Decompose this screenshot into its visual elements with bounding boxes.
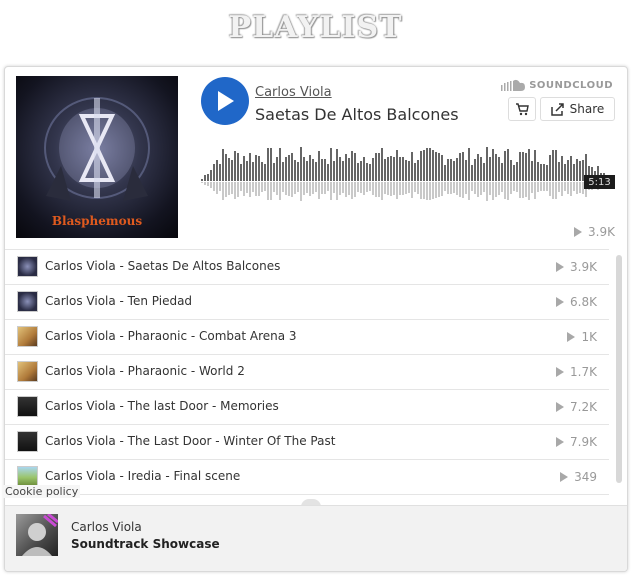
play-icon xyxy=(218,91,234,111)
playlist-footer: Carlos Viola Soundtrack Showcase xyxy=(5,505,627,571)
track-row-plays: 7.9K xyxy=(556,435,597,449)
share-label: Share xyxy=(569,102,605,116)
share-icon xyxy=(550,102,564,116)
plays-count: 3.9K xyxy=(588,225,615,239)
track-row-plays-count: 7.2K xyxy=(570,400,597,414)
soundcloud-wordmark: SOUNDCLOUD xyxy=(529,79,613,91)
track-thumbnail xyxy=(17,326,38,347)
play-button[interactable] xyxy=(201,77,249,125)
track-row-plays: 1.7K xyxy=(556,365,597,379)
track-row[interactable]: Carlos Viola - Pharaonic - World 2 1.7K xyxy=(5,355,609,390)
soundcloud-widget: Blasphemous Carlos Viola Saetas De Altos… xyxy=(4,66,628,572)
track-row[interactable]: Carlos Viola - Saetas De Altos Balcones 3… xyxy=(5,250,609,285)
waveform[interactable] xyxy=(201,145,613,209)
cookie-policy-link[interactable]: Cookie policy xyxy=(3,485,81,498)
track-row-plays-count: 7.9K xyxy=(570,435,597,449)
track-row-title: Carlos Viola - The Last Door - Winter Of… xyxy=(45,434,336,448)
playlist-avatar[interactable] xyxy=(16,514,58,556)
plays-icon xyxy=(556,367,565,377)
artwork-logo-text: Blasphemous xyxy=(51,214,143,228)
track-row-plays-count: 3.9K xyxy=(570,260,597,274)
track-row[interactable]: Carlos Viola - The last Door - Memories 7… xyxy=(5,390,609,425)
plays-icon xyxy=(556,402,565,412)
track-list: Carlos Viola - Saetas De Altos Balcones 3… xyxy=(5,249,609,506)
track-row[interactable]: Carlos Viola - Iredia - Final scene 349 xyxy=(5,460,609,495)
track-thumbnail xyxy=(17,256,38,277)
track-row-title: Carlos Viola - The last Door - Memories xyxy=(45,399,279,413)
track-row-plays: 6.8K xyxy=(556,295,597,309)
track-list-scrollbar[interactable] xyxy=(616,255,622,483)
track-thumbnail xyxy=(17,291,38,312)
track-artwork[interactable]: Blasphemous xyxy=(16,76,178,238)
plays-icon xyxy=(556,437,565,447)
track-row-plays-count: 1K xyxy=(581,330,597,344)
track-thumbnail xyxy=(17,396,38,417)
page-title: PLAYLIST xyxy=(228,10,403,45)
track-thumbnail xyxy=(17,431,38,452)
plays-icon xyxy=(567,332,576,342)
soundcloud-logo[interactable]: SOUNDCLOUD xyxy=(501,79,613,91)
current-track-title[interactable]: Saetas De Altos Balcones xyxy=(255,105,459,124)
track-row-plays: 3.9K xyxy=(556,260,597,274)
track-row-title: Carlos Viola - Iredia - Final scene xyxy=(45,469,241,483)
share-button[interactable]: Share xyxy=(540,97,615,121)
track-row-plays-count: 6.8K xyxy=(570,295,597,309)
artist-link[interactable]: Carlos Viola xyxy=(255,85,332,100)
track-row-plays: 349 xyxy=(560,470,597,484)
avatar-figure-icon xyxy=(22,514,58,556)
buy-button[interactable] xyxy=(508,97,536,121)
track-row-title: Carlos Viola - Pharaonic - World 2 xyxy=(45,364,245,378)
playlist-artist[interactable]: Carlos Viola xyxy=(71,520,142,534)
track-duration: 5:13 xyxy=(584,175,615,189)
track-thumbnail xyxy=(17,361,38,382)
track-row-title: Carlos Viola - Ten Piedad xyxy=(45,294,193,308)
track-row[interactable]: Carlos Viola - Pharaonic - Combat Arena … xyxy=(5,320,609,355)
playlist-name[interactable]: Soundtrack Showcase xyxy=(71,537,220,551)
track-thumbnail xyxy=(17,466,38,487)
track-row[interactable]: Carlos Viola - The Last Door - Winter Of… xyxy=(5,425,609,460)
soundcloud-cloud-icon xyxy=(501,79,526,91)
plays-icon xyxy=(560,472,569,482)
track-row-plays: 1K xyxy=(567,330,597,344)
track-row[interactable]: Carlos Viola - Ten Piedad 6.8K xyxy=(5,285,609,320)
cart-icon xyxy=(516,102,529,115)
track-row-plays-count: 1.7K xyxy=(570,365,597,379)
track-row-title: Carlos Viola - Saetas De Altos Balcones xyxy=(45,259,281,273)
plays-icon xyxy=(574,227,583,237)
track-row-title: Carlos Viola - Pharaonic - Combat Arena … xyxy=(45,329,297,343)
track-row-plays-count: 349 xyxy=(574,470,597,484)
plays-icon xyxy=(556,297,565,307)
plays-icon xyxy=(556,262,565,272)
current-track-plays: 3.9K xyxy=(574,225,615,239)
track-row-plays: 7.2K xyxy=(556,400,597,414)
